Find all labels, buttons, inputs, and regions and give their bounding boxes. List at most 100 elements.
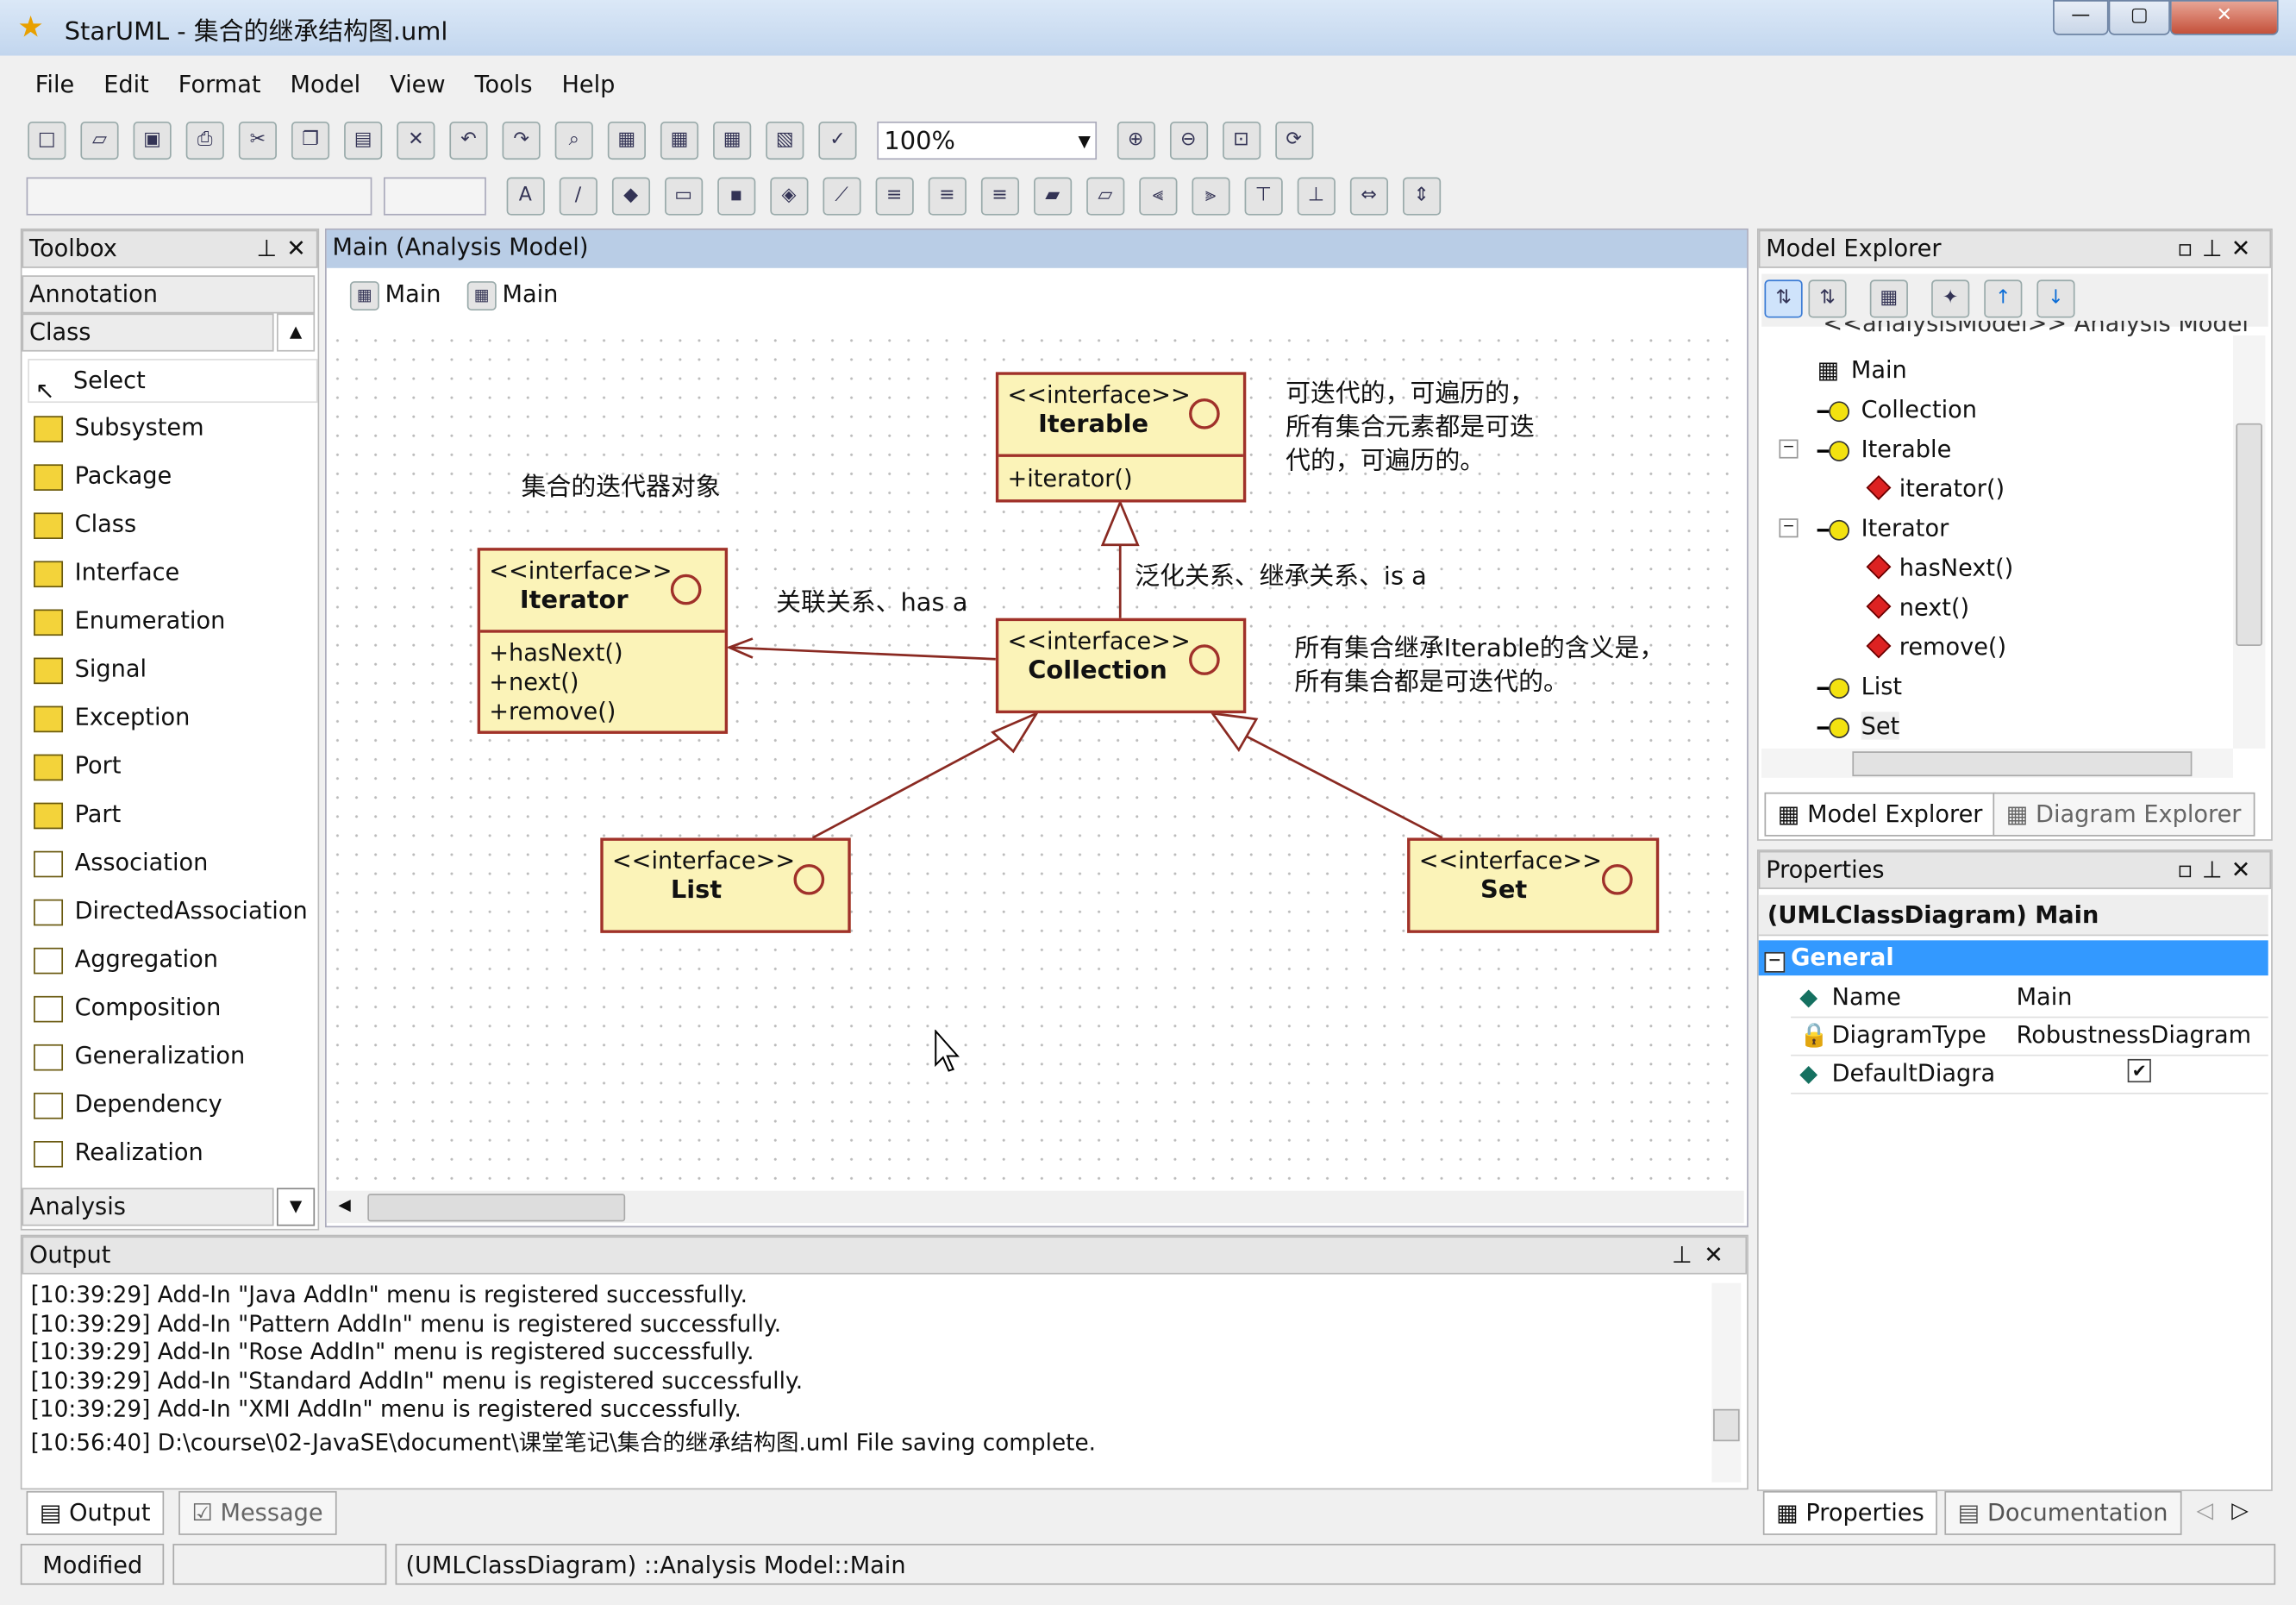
staruml-window: ★ StarUML - 集合的继承结构图.uml — ▢ ✕ File Edit F…: [0, 0, 2296, 1605]
property-row[interactable]: DiagramType 🔒 RobustnessDiagram: [1791, 1018, 2268, 1056]
interface-circle-icon: [1601, 864, 1633, 895]
property-group-general[interactable]: − General: [1758, 940, 2268, 976]
class-list[interactable]: <<interface>> List: [600, 837, 851, 933]
scroll-thumb[interactable]: [1852, 751, 2193, 777]
tree-label: Main: [1850, 355, 1907, 384]
operation-icon: [1858, 633, 1892, 661]
property-value: Main: [2016, 982, 2073, 1011]
tab-label: Model Explorer: [1807, 799, 1983, 828]
tree-item-iterator[interactable]: iterator(): [1858, 474, 2005, 503]
note-line: 可迭代的，可遍历的，: [1286, 379, 1535, 409]
note-iterable[interactable]: 可迭代的，可遍历的， 所有集合元素都是可迭 代的，可遍历的。: [1286, 378, 1535, 479]
class-name: Collection: [1028, 655, 1167, 686]
tab-model-explorer[interactable]: ▦ Model Explorer: [1764, 792, 1996, 837]
properties-panel: Properties ▫⊥✕ (UMLClassDiagram) Main − Ge…: [1757, 850, 2273, 1491]
scroll-thumb[interactable]: [1713, 1408, 1740, 1442]
output-header: Output ⊥✕: [22, 1236, 1748, 1275]
stereotype: <<interface>>: [611, 846, 796, 875]
vertical-scrollbar[interactable]: [1711, 1282, 1742, 1483]
filter-icon[interactable]: ▦: [1869, 279, 1908, 318]
panel-controls[interactable]: ⊥✕: [1672, 1238, 1736, 1273]
horizontal-scrollbar[interactable]: [1761, 748, 2233, 778]
tree-item-iterator[interactable]: Iterator: [1817, 514, 1949, 542]
operation[interactable]: +iterator(): [1007, 464, 1132, 492]
class-name: Iterator: [519, 586, 629, 616]
panel-title: Model Explorer: [1766, 234, 1942, 263]
stereotype: <<interface>>: [1007, 380, 1191, 409]
class-iterable[interactable]: <<interface>> Iterable +iterator(): [995, 372, 1247, 503]
default-diagram-checkbox[interactable]: ✔: [2127, 1058, 2151, 1083]
note-iterator[interactable]: 集合的迭代器对象: [522, 466, 721, 503]
panel-controls[interactable]: ▫⊥✕: [2177, 231, 2259, 266]
status-modified: Modified: [20, 1544, 165, 1585]
class-collection[interactable]: <<interface>> Collection: [995, 618, 1247, 714]
tree-item-hasnext[interactable]: hasNext(): [1858, 554, 2013, 581]
tab-documentation[interactable]: ▤ Documentation: [1944, 1490, 2181, 1535]
collapse-icon[interactable]: −: [1779, 518, 1799, 538]
tree-item-collection[interactable]: Collection: [1817, 396, 1977, 423]
property-name: DefaultDiagra: [1831, 1058, 1996, 1088]
diagram-icon: ▦: [1817, 355, 1840, 384]
property-value: RobustnessDiagram: [2016, 1020, 2252, 1050]
tree-item-main[interactable]: ▦ Main: [1817, 356, 1907, 384]
tree-item-iterable[interactable]: Iterable: [1817, 435, 1951, 463]
scroll-thumb[interactable]: [2236, 423, 2262, 646]
generalization-arrowhead: [1100, 498, 1140, 547]
output-line: [10:39:29] Add-In "Rose AddIn" menu is r…: [30, 1339, 754, 1365]
tab-properties[interactable]: ▦ Properties: [1762, 1490, 1938, 1535]
output-line: [10:39:29] Add-In "Standard AddIn" menu …: [30, 1367, 804, 1394]
tree-item-next[interactable]: next(): [1858, 593, 1969, 621]
class-name: List: [670, 875, 723, 906]
tree-root[interactable]: <<analysisModel>> Analysis Model: [1823, 321, 2249, 338]
stereotype: <<interface>>: [489, 556, 673, 585]
panel-title: Output: [28, 1240, 111, 1269]
interface-icon: [1817, 712, 1850, 739]
property-diamond-icon: ◆: [1799, 982, 1818, 1011]
class-set[interactable]: <<interface>> Set: [1407, 837, 1660, 933]
tree-label: remove(): [1899, 632, 2007, 661]
operation[interactable]: +hasNext(): [489, 638, 622, 666]
add-element-icon[interactable]: ✦: [1931, 279, 1970, 318]
properties-element-title: (UMLClassDiagram) Main: [1758, 894, 2268, 937]
note-line: 所有集合继承Iterable的含义是，: [1294, 634, 1665, 664]
tab-scroll-left-icon[interactable]: ◁: [2197, 1497, 2214, 1524]
sort-desc-icon[interactable]: ⇅: [1808, 279, 1847, 318]
tree-label: List: [1861, 672, 1903, 700]
tree-item-list[interactable]: List: [1817, 673, 1902, 700]
tree-item-set[interactable]: Set: [1817, 712, 1900, 740]
property-row[interactable]: Name ◆ Main: [1791, 980, 2268, 1019]
property-row[interactable]: DefaultDiagra ◆ ✔: [1791, 1056, 2268, 1094]
tab-message[interactable]: ☑ Message: [178, 1490, 336, 1535]
status-empty: [172, 1544, 387, 1585]
label-association[interactable]: 关联关系、has a: [776, 581, 967, 618]
collapse-icon[interactable]: −: [1779, 439, 1799, 459]
tab-scroll-right-icon[interactable]: ▷: [2231, 1497, 2249, 1524]
collapse-icon[interactable]: −: [1764, 951, 1786, 973]
tree-item-remove[interactable]: remove(): [1858, 633, 2006, 661]
operation-icon: [1858, 474, 1892, 502]
operation[interactable]: +remove(): [489, 697, 616, 724]
class-iterator[interactable]: <<interface>> Iterator +hasNext() +next(…: [477, 548, 729, 734]
sort-asc-icon[interactable]: ⇅: [1764, 279, 1803, 318]
note-line: 所有集合元素都是可迭: [1286, 412, 1535, 442]
tab-label: Diagram Explorer: [2036, 799, 2242, 828]
tab-diagram-explorer[interactable]: ▦ Diagram Explorer: [1993, 792, 2255, 837]
property-diamond-icon: ◆: [1799, 1058, 1818, 1088]
vertical-scrollbar[interactable]: [2232, 335, 2266, 749]
panel-title: Properties: [1766, 855, 1885, 884]
interface-icon: [1817, 435, 1850, 462]
status-bar: Modified (UMLClassDiagram) ::Analysis Mo…: [20, 1544, 2276, 1588]
move-up-icon[interactable]: ↑: [1984, 279, 2023, 318]
output-icon: ▤: [39, 1498, 70, 1527]
operation[interactable]: +next(): [489, 668, 579, 695]
note-collection[interactable]: 所有集合继承Iterable的含义是， 所有集合都是可迭代的。: [1294, 633, 1664, 700]
tab-output[interactable]: ▤ Output: [26, 1490, 164, 1535]
tree-label: iterator(): [1899, 474, 2005, 503]
label-generalization[interactable]: 泛化关系、继承关系、is a: [1135, 555, 1427, 592]
message-icon: ☑: [191, 1498, 221, 1527]
model-explorer-header: Model Explorer ▫⊥✕: [1758, 229, 2272, 268]
panel-controls[interactable]: ▫⊥✕: [2177, 852, 2259, 887]
model-explorer-panel: Model Explorer ▫⊥✕ ⇅ ⇅ ▦ ✦ ↑ ↓ <<analysisModel…: [1757, 228, 2273, 841]
move-down-icon[interactable]: ↓: [2036, 279, 2075, 318]
tree-label: hasNext(): [1899, 553, 2014, 582]
